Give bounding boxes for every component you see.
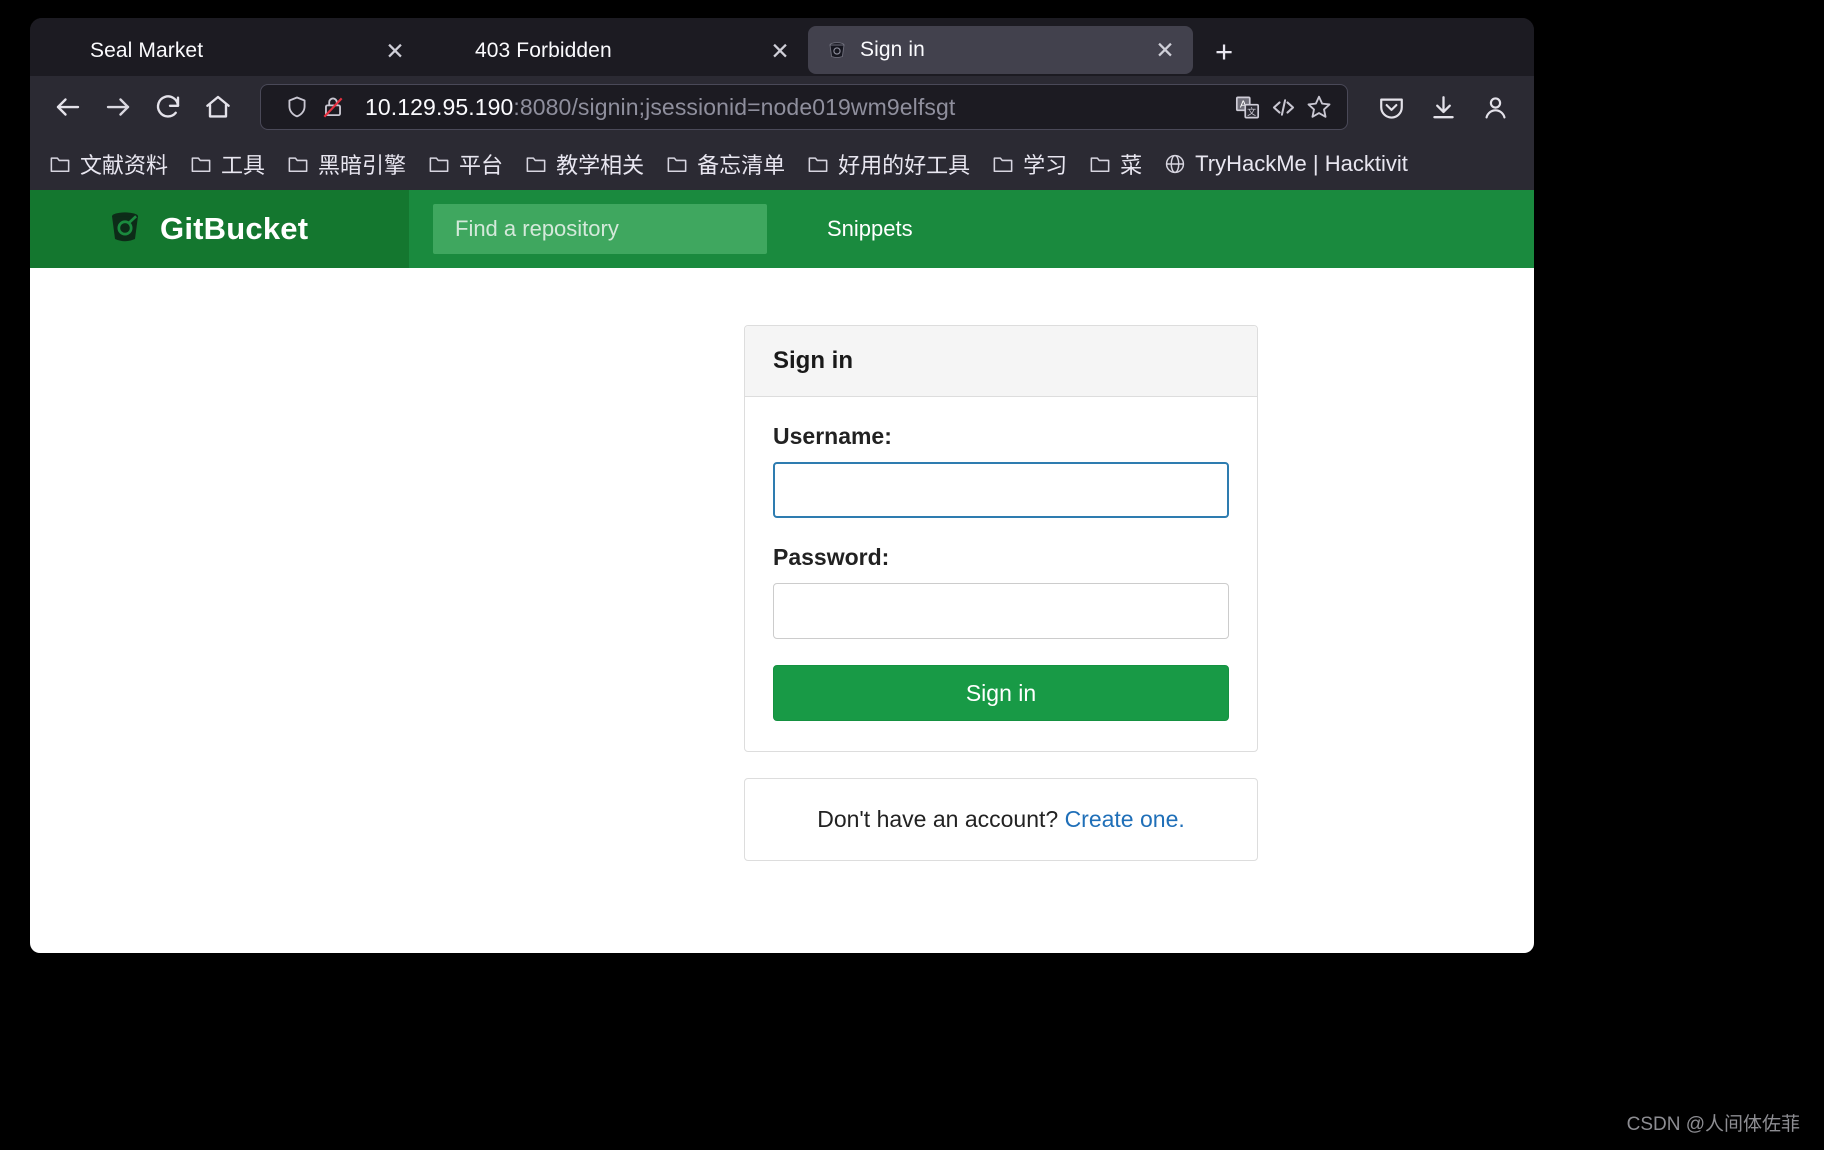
bookmark-item[interactable]: 菜	[1078, 143, 1153, 185]
bookmark-label: 黑暗引擎	[318, 153, 407, 178]
reload-icon[interactable]	[144, 83, 192, 131]
bookmark-label: 工具	[221, 153, 266, 178]
tab-favicon	[56, 40, 78, 62]
download-icon[interactable]	[1418, 83, 1468, 131]
signin-panel-heading: Sign in	[745, 326, 1257, 397]
bookmark-item[interactable]: TryHackMe | Hacktivit	[1153, 146, 1419, 182]
star-icon[interactable]	[1301, 89, 1337, 125]
folder-icon	[49, 154, 71, 174]
browser-tab-seal-market[interactable]: Seal Market ✕	[38, 26, 423, 76]
arrow-left-icon[interactable]	[44, 83, 92, 131]
translate-icon[interactable]: A 文	[1229, 89, 1265, 125]
signin-submit-button[interactable]: Sign in	[773, 665, 1229, 721]
bookmark-label: 学习	[1023, 153, 1068, 178]
url-text[interactable]: 10.129.95.190:8080/signin;jsessionid=nod…	[365, 94, 1229, 121]
tab-title: 403 Forbidden	[475, 39, 612, 62]
gitbucket-header: GitBucket Snippets	[30, 190, 1534, 268]
close-icon[interactable]: ✕	[381, 37, 409, 65]
home-icon[interactable]	[194, 83, 242, 131]
gitbucket-nav: Snippets	[409, 190, 1534, 268]
tab-strip: Seal Market ✕ 403 Forbidden ✕ Sign in ✕ …	[30, 18, 1534, 76]
folder-icon	[666, 154, 688, 174]
gitbucket-favicon-icon	[826, 39, 848, 61]
folder-icon	[287, 154, 309, 174]
bookmark-item[interactable]: 工具	[179, 143, 276, 185]
bookmark-item[interactable]: 教学相关	[514, 143, 655, 185]
code-view-icon[interactable]	[1265, 89, 1301, 125]
url-bar[interactable]: 10.129.95.190:8080/signin;jsessionid=nod…	[260, 84, 1348, 130]
pocket-save-icon[interactable]	[1366, 83, 1416, 131]
tab-title: Seal Market	[90, 39, 204, 62]
csdn-watermark: CSDN @人间体佐菲	[1626, 1114, 1800, 1135]
new-tab-button[interactable]: +	[1203, 30, 1245, 72]
signin-panel-title: Sign in	[773, 347, 853, 374]
folder-icon	[807, 154, 829, 174]
bookmark-label: 菜	[1120, 153, 1143, 178]
bookmark-label: TryHackMe | Hacktivit	[1195, 151, 1408, 176]
gitbucket-brand-name: GitBucket	[160, 211, 309, 246]
browser-window: Seal Market ✕ 403 Forbidden ✕ Sign in ✕ …	[30, 18, 1534, 953]
bookmark-label: 平台	[459, 153, 504, 178]
bookmark-label: 文献资料	[80, 153, 169, 178]
bookmark-label: 备忘清单	[697, 153, 786, 178]
close-icon[interactable]: ✕	[1151, 36, 1179, 64]
folder-icon	[1089, 154, 1111, 174]
bookmark-item[interactable]: 备忘清单	[655, 143, 796, 185]
bookmark-label: 教学相关	[556, 153, 645, 178]
gitbucket-logo-icon	[106, 208, 144, 251]
lock-crossed-out-icon[interactable]	[315, 89, 351, 125]
password-input[interactable]	[773, 583, 1229, 639]
bookmark-item[interactable]: 好用的好工具	[796, 143, 981, 185]
bookmark-item[interactable]: 平台	[417, 143, 514, 185]
tab-favicon	[441, 40, 463, 62]
create-account-panel: Don't have an account? Create one.	[744, 778, 1258, 861]
signin-panel-body: Username: Password: Sign in	[745, 397, 1257, 751]
browser-tab-sign-in[interactable]: Sign in ✕	[808, 26, 1193, 74]
username-input[interactable]	[773, 462, 1229, 518]
bookmarks-bar: 文献资料 工具 黑暗引擎 平台 教学相关 备忘清单 好用的好工具 学习 菜 Tr…	[30, 138, 1534, 190]
create-account-prompt: Don't have an account?	[817, 806, 1059, 832]
shield-icon[interactable]	[279, 89, 315, 125]
url-host: 10.129.95.190	[365, 93, 514, 120]
page-content: GitBucket Snippets Sign in Username: Pas…	[30, 190, 1534, 953]
repository-search-input[interactable]	[433, 204, 767, 254]
account-icon[interactable]	[1470, 83, 1520, 131]
bookmark-item[interactable]: 黑暗引擎	[276, 143, 417, 185]
bookmark-item[interactable]: 文献资料	[38, 143, 179, 185]
url-path: :8080/signin;jsessionid=node019wm9elfsgt	[513, 93, 956, 120]
folder-icon	[190, 154, 212, 174]
folder-icon	[992, 154, 1014, 174]
signin-panel: Sign in Username: Password: Sign in	[744, 325, 1258, 752]
create-account-link[interactable]: Create one.	[1065, 806, 1185, 832]
arrow-right-icon[interactable]	[94, 83, 142, 131]
browser-tab-403-forbidden[interactable]: 403 Forbidden ✕	[423, 26, 808, 76]
gitbucket-brand[interactable]: GitBucket	[30, 190, 409, 268]
navigation-toolbar: 10.129.95.190:8080/signin;jsessionid=nod…	[30, 76, 1534, 138]
tab-title: Sign in	[860, 38, 925, 61]
bookmark-item[interactable]: 学习	[981, 143, 1078, 185]
nav-item-snippets[interactable]: Snippets	[817, 210, 923, 248]
svg-text:文: 文	[1247, 105, 1256, 116]
password-label: Password:	[773, 544, 890, 570]
username-label: Username:	[773, 423, 892, 449]
folder-icon	[428, 154, 450, 174]
folder-icon	[525, 154, 547, 174]
bookmark-label: 好用的好工具	[838, 153, 971, 178]
close-icon[interactable]: ✕	[766, 37, 794, 65]
globe-icon	[1164, 153, 1186, 175]
